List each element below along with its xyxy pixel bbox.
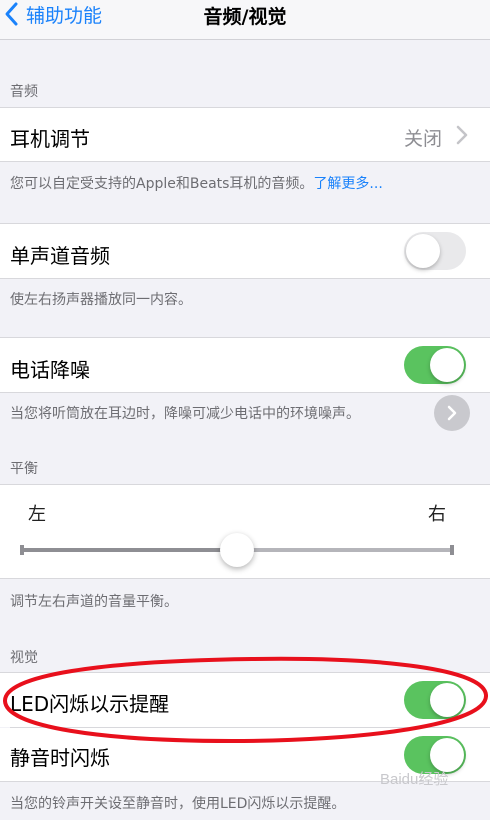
headphone-footer-text: 您可以自定受支持的Apple和Beats耳机的音频。	[10, 176, 314, 192]
visual-footer: 当您的铃声开关设至静音时，使用LED闪烁以示提醒。	[10, 796, 346, 812]
learn-more-link[interactable]: 了解更多...	[313, 176, 382, 192]
led-flash-alerts-toggle[interactable]	[404, 681, 466, 719]
slider-track-maximum	[237, 548, 454, 552]
mono-audio-row: 单声道音频	[0, 223, 490, 279]
slider-left-end-tick	[20, 545, 24, 555]
toggle-knob	[406, 234, 440, 268]
navigation-bar: 辅助功能 音频/视觉	[0, 0, 490, 40]
phone-noise-cancellation-row: 电话降噪	[0, 337, 490, 393]
phone-noise-cancellation-toggle[interactable]	[404, 346, 466, 384]
mono-audio-toggle[interactable]	[404, 232, 466, 270]
section-header-audio: 音频	[10, 84, 38, 100]
headphone-accommodations-label: 耳机调节	[10, 127, 90, 151]
slider-track-minimum	[20, 548, 237, 552]
mono-audio-label: 单声道音频	[10, 244, 110, 268]
toggle-knob	[430, 738, 464, 772]
headphone-accommodations-row[interactable]: 耳机调节 关闭	[0, 107, 490, 162]
balance-slider[interactable]	[20, 533, 454, 567]
headphone-accommodations-value: 关闭	[403, 128, 442, 150]
toggle-knob	[430, 683, 464, 717]
led-flash-alerts-label: LED闪烁以示提醒	[10, 692, 170, 716]
balance-right-label: 右	[428, 504, 446, 525]
flash-on-silent-label: 静音时闪烁	[10, 746, 110, 770]
led-flash-alerts-row: LED闪烁以示提醒	[0, 672, 490, 727]
baidu-watermark: Baidu经验	[380, 771, 449, 788]
slider-right-end-tick	[450, 545, 454, 555]
section-header-balance: 平衡	[10, 461, 38, 477]
toggle-knob	[430, 348, 464, 382]
balance-left-label: 左	[28, 504, 46, 525]
balance-slider-thumb[interactable]	[220, 533, 254, 567]
balance-footer: 调节左右声道的音量平衡。	[10, 594, 178, 610]
headphone-footer: 您可以自定受支持的Apple和Beats耳机的音频。了解更多...	[10, 173, 383, 193]
phone-noise-cancellation-label: 电话降噪	[10, 358, 90, 382]
section-header-visual: 视觉	[10, 650, 38, 666]
floating-arrow-button[interactable]	[434, 395, 470, 431]
mono-audio-footer: 使左右扬声器播放同一内容。	[10, 292, 192, 308]
phone-noise-cancellation-footer: 当您将听筒放在耳边时，降噪可减少电话中的环境噪声。	[10, 406, 360, 422]
page-title: 音频/视觉	[203, 6, 287, 28]
chevron-right-icon	[456, 125, 468, 145]
chevron-right-icon	[447, 405, 457, 421]
